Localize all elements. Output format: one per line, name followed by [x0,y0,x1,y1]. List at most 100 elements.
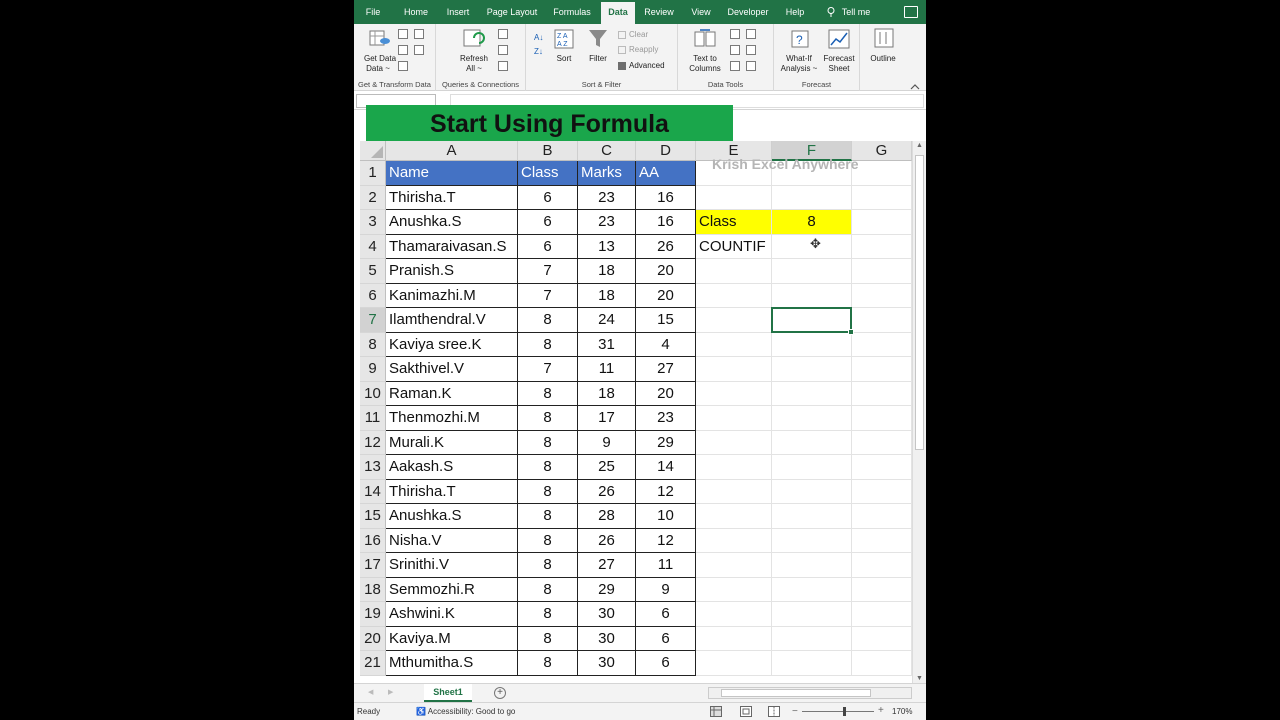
table-cell[interactable]: 7 [518,283,578,308]
table-cell[interactable]: 29 [578,577,636,602]
empty-cell[interactable] [772,430,852,455]
table-cell[interactable]: Ashwini.K [386,602,518,627]
table-cell[interactable]: 26 [636,234,696,259]
empty-cell[interactable] [772,259,852,284]
table-cell[interactable]: 18 [578,259,636,284]
table-cell[interactable]: Ilamthendral.V [386,308,518,333]
table-cell[interactable]: Mthumitha.S [386,651,518,676]
empty-cell[interactable] [696,455,772,480]
zoom-level[interactable]: 170% [892,707,912,716]
table-cell[interactable]: 8 [518,308,578,333]
empty-cell[interactable] [772,455,852,480]
table-cell[interactable]: 12 [636,528,696,553]
empty-cell[interactable] [772,381,852,406]
zoom-slider[interactable] [802,711,874,712]
table-cell[interactable]: Murali.K [386,430,518,455]
column-header-b[interactable]: B [518,141,578,161]
table-cell[interactable]: 30 [578,651,636,676]
empty-cell[interactable] [852,283,912,308]
empty-cell[interactable] [772,406,852,431]
table-cell[interactable]: 24 [578,308,636,333]
empty-cell[interactable] [772,332,852,357]
table-cell[interactable]: Aakash.S [386,455,518,480]
table-cell[interactable]: Semmozhi.R [386,577,518,602]
empty-cell[interactable] [772,357,852,382]
empty-cell[interactable] [696,553,772,578]
empty-cell[interactable] [696,332,772,357]
row-header-17[interactable]: 17 [360,553,386,578]
table-cell[interactable]: 8 [518,626,578,651]
table-cell[interactable]: Raman.K [386,381,518,406]
table-cell[interactable]: Thirisha.T [386,479,518,504]
table-cell[interactable]: 8 [518,504,578,529]
normal-view-icon[interactable] [710,706,722,719]
empty-cell[interactable] [772,553,852,578]
table-cell[interactable]: 8 [518,455,578,480]
row-header-18[interactable]: 18 [360,577,386,602]
empty-cell[interactable] [852,479,912,504]
table-cell[interactable]: 8 [518,553,578,578]
empty-cell[interactable] [852,406,912,431]
zoom-out-icon[interactable]: − [792,706,798,717]
row-header-7[interactable]: 7 [360,308,386,333]
row-header-19[interactable]: 19 [360,602,386,627]
table-cell[interactable]: 8 [518,577,578,602]
class-value-cell[interactable]: 8 [772,210,852,235]
empty-cell[interactable] [852,430,912,455]
empty-cell[interactable] [696,406,772,431]
zoom-in-icon[interactable]: + [878,705,884,716]
table-cell[interactable]: 20 [636,259,696,284]
table-cell[interactable]: 23 [578,210,636,235]
empty-cell[interactable] [852,626,912,651]
empty-cell[interactable] [696,283,772,308]
table-cell[interactable]: 8 [518,528,578,553]
scroll-up-icon[interactable]: ▲ [916,142,923,149]
row-header-9[interactable]: 9 [360,357,386,382]
table-cell[interactable]: Thenmozhi.M [386,406,518,431]
row-header-16[interactable]: 16 [360,528,386,553]
row-header-4[interactable]: 4 [360,234,386,259]
table-cell[interactable]: 8 [518,479,578,504]
empty-cell[interactable] [852,577,912,602]
empty-cell[interactable] [772,479,852,504]
table-cell[interactable]: 20 [636,381,696,406]
table-cell[interactable]: 4 [636,332,696,357]
table-cell[interactable]: 17 [578,406,636,431]
class-label-cell[interactable]: Class [696,210,772,235]
table-cell[interactable]: 27 [578,553,636,578]
empty-cell[interactable] [852,234,912,259]
table-cell[interactable]: 7 [518,259,578,284]
table-cell[interactable]: 16 [636,185,696,210]
row-header-8[interactable]: 8 [360,332,386,357]
empty-cell[interactable] [772,504,852,529]
table-cell[interactable]: 6 [636,602,696,627]
table-cell[interactable]: 14 [636,455,696,480]
empty-cell[interactable] [852,357,912,382]
empty-cell[interactable] [772,283,852,308]
table-cell[interactable]: 20 [636,283,696,308]
table-cell[interactable]: 6 [636,651,696,676]
table-cell[interactable]: 6 [518,210,578,235]
page-layout-view-icon[interactable] [740,706,752,719]
table-cell[interactable]: 8 [518,430,578,455]
empty-cell[interactable] [772,528,852,553]
empty-cell[interactable] [852,210,912,235]
table-cell[interactable]: 13 [578,234,636,259]
empty-cell[interactable] [852,185,912,210]
table-cell[interactable]: 27 [636,357,696,382]
empty-cell[interactable] [852,528,912,553]
table-cell[interactable]: 9 [636,577,696,602]
table-cell[interactable]: 30 [578,626,636,651]
empty-cell[interactable] [696,602,772,627]
empty-cell[interactable] [772,651,852,676]
empty-cell[interactable] [772,185,852,210]
table-header-cell[interactable]: AA [636,161,696,186]
accessibility-status[interactable]: ♿ Accessibility: Good to go [416,707,515,716]
row-header-2[interactable]: 2 [360,185,386,210]
row-header-12[interactable]: 12 [360,430,386,455]
table-cell[interactable]: 18 [578,381,636,406]
empty-cell[interactable] [696,626,772,651]
empty-cell[interactable] [696,381,772,406]
table-cell[interactable]: 11 [578,357,636,382]
empty-cell[interactable] [772,602,852,627]
